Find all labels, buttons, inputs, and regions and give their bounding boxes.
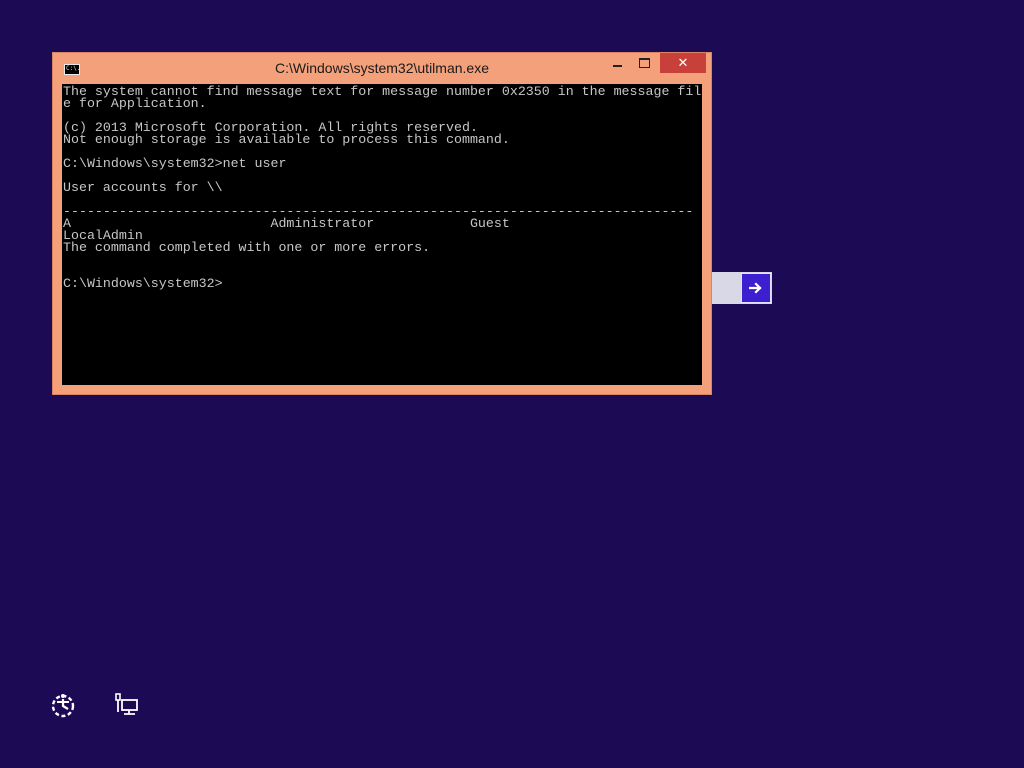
submit-arrow-button[interactable] (741, 273, 771, 303)
window-titlebar[interactable]: C:\. C:\Windows\system32\utilman.exe ✕ (53, 53, 711, 84)
cmd-window[interactable]: C:\. C:\Windows\system32\utilman.exe ✕ T… (52, 52, 712, 395)
maximize-button[interactable] (631, 53, 658, 73)
close-button[interactable]: ✕ (660, 53, 706, 73)
console-output[interactable]: The system cannot find message text for … (62, 84, 702, 385)
console-text: The system cannot find message text for … (63, 84, 702, 291)
minimize-icon (613, 65, 622, 67)
network-button[interactable] (112, 690, 142, 720)
close-icon: ✕ (677, 55, 689, 70)
minimize-button[interactable] (604, 53, 631, 73)
arrow-right-icon (749, 282, 762, 294)
maximize-icon (639, 58, 650, 68)
ease-of-access-icon (51, 694, 75, 718)
ease-of-access-button[interactable] (48, 690, 78, 720)
network-icon (115, 693, 138, 715)
